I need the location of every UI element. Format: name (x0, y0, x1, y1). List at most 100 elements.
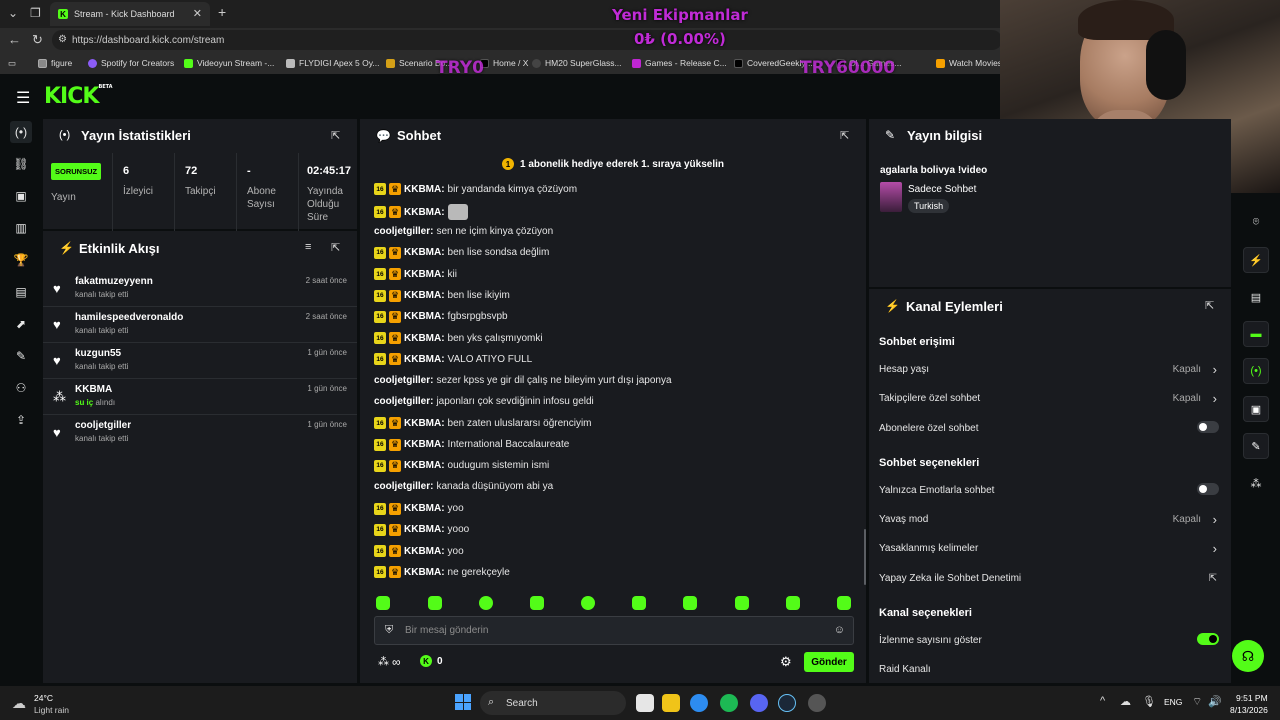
chat-username[interactable]: cooljetgiller: (374, 396, 433, 407)
task-view-icon[interactable] (636, 694, 654, 712)
language-indicator[interactable]: ENG (1164, 697, 1182, 707)
popout-icon[interactable]: ⇱ (331, 129, 340, 142)
chat-username[interactable]: KKBMA: (404, 247, 445, 258)
video-manager-icon[interactable]: ▣ (1243, 396, 1269, 422)
discord-icon[interactable] (750, 694, 768, 712)
popout-icon[interactable]: ⇱ (840, 129, 849, 142)
emote-icon[interactable] (376, 596, 390, 610)
tab-close-icon[interactable]: ✕ (193, 7, 202, 20)
chat-username[interactable]: KKBMA: (404, 333, 445, 344)
chat-message[interactable]: 16 ♛ KKBMA: fgbsrpgbsvpb (374, 310, 508, 323)
emote-icon[interactable] (683, 596, 697, 610)
clock-date[interactable]: 8/13/2026 (1230, 705, 1268, 715)
chat-message[interactable]: 16 ♛ KKBMA: International Baccalaureate (374, 438, 569, 451)
link-icon[interactable]: ⛓ (13, 156, 29, 172)
chat-message[interactable]: 16 ♛ KKBMA: VALO ATIYO FULL (374, 353, 532, 366)
chat-message[interactable]: cooljetgiller: sen ne içim kinya çözüyon (374, 226, 553, 237)
chat-settings-icon[interactable]: ⚙ (780, 654, 792, 670)
subs-only-toggle[interactable] (1197, 421, 1219, 433)
chat-username[interactable]: KKBMA: (404, 503, 445, 514)
emote-icon[interactable] (735, 596, 749, 610)
volume-icon[interactable]: 🔊 (1208, 695, 1222, 708)
steam-icon[interactable] (778, 694, 796, 712)
workspaces-icon[interactable]: ❐ (30, 6, 41, 20)
chat-message[interactable]: 16 ♛ KKBMA: ne gerekçeyle (374, 566, 510, 579)
tray-cloud-icon[interactable]: ☁ (1120, 695, 1131, 708)
chat-username[interactable]: KKBMA: (404, 311, 445, 322)
emote-icon[interactable] (786, 596, 800, 610)
points-icon[interactable]: ⁂ (1243, 470, 1269, 496)
kick-logo[interactable]: KICKBETA (44, 84, 113, 109)
slow-mode-row[interactable]: Yavaş mod Kapalı › (879, 512, 1221, 534)
list-item[interactable]: ⁂ KKBMA su iç alındı 1 gün önce (43, 380, 357, 415)
emote-icon[interactable] (837, 596, 851, 610)
window-icon[interactable]: ▣ (13, 188, 29, 204)
bookmark-item[interactable]: Games - Release C... (632, 58, 727, 68)
tab-list-icon[interactable]: ⌄ (8, 6, 18, 20)
emote-icon[interactable] (530, 596, 544, 610)
emoji-picker-icon[interactable]: ☺ (834, 624, 845, 636)
chat-username[interactable]: KKBMA: (404, 269, 445, 280)
broadcast-icon[interactable]: (•) (1243, 358, 1269, 384)
wrench-icon[interactable]: ✎ (1243, 433, 1269, 459)
chat-username[interactable]: KKBMA: (404, 524, 445, 535)
emote-icon[interactable] (632, 596, 646, 610)
upload-icon[interactable]: ⇪ (13, 412, 29, 428)
analytics-icon[interactable]: ▥ (13, 220, 29, 236)
taskbar-search[interactable]: ⌕ Search (480, 691, 626, 715)
ai-moderation-row[interactable]: Yapay Zeka ile Sohbet Denetimi ⇱ (879, 573, 1221, 593)
clock-time[interactable]: 9:51 PM (1236, 693, 1268, 703)
banned-words-row[interactable]: Yasaklanmış kelimeler › (879, 541, 1221, 563)
popout-icon[interactable]: ⇱ (1205, 299, 1214, 312)
chat-message[interactable]: cooljetgiller: japonları çok sevdiğinin i… (374, 396, 594, 407)
chat-username[interactable]: cooljetgiller: (374, 375, 433, 386)
chat-username[interactable]: KKBMA: (404, 439, 445, 450)
chat-username[interactable]: KKBMA: (404, 184, 445, 195)
chat-username[interactable]: cooljetgiller: (374, 481, 433, 492)
mod-shield-icon[interactable]: ⛨ (385, 624, 393, 637)
windows-start-icon[interactable] (455, 694, 471, 710)
send-button[interactable]: Gönder (804, 652, 854, 672)
chat-message[interactable]: 16 ♛ KKBMA: ben yks çalışmıyomki (374, 332, 543, 345)
weather-icon[interactable]: ☁ (12, 695, 26, 712)
edge-icon[interactable] (690, 694, 708, 712)
users-icon[interactable]: ⚇ (13, 380, 29, 396)
popout-icon[interactable]: ⇱ (331, 241, 340, 254)
wifi-icon[interactable]: ⌔ (1192, 695, 1202, 709)
chat-input[interactable]: ⛨ Bir mesaj gönderin ☺ (374, 616, 854, 645)
chat-username[interactable]: KKBMA: (404, 418, 445, 429)
chat-message[interactable]: 16 ♛ KKBMA: bir yandanda kimya çözüyom (374, 183, 577, 195)
reload-icon[interactable]: ↻ (32, 32, 43, 48)
browser-tab-kick[interactable]: K Stream - Kick Dashboard ✕ (50, 2, 210, 26)
chat-bubble-icon[interactable]: ▬ (1243, 321, 1269, 347)
bookmark-item[interactable]: figure (38, 58, 72, 68)
list-item[interactable]: ♥ hamilespeedveronaldo kanalı takip etti… (43, 308, 357, 343)
chat-username[interactable]: KKBMA: (404, 354, 445, 365)
microphone-icon[interactable]: 🎙 (1142, 695, 1156, 708)
chat-message[interactable]: 16 ♛ KKBMA: ben zaten uluslararsı öğrenciyi… (374, 417, 592, 430)
sidebar-toggle-icon[interactable]: ▭ (8, 58, 16, 69)
chat-message[interactable]: 16 ♛ KKBMA: yooo (374, 523, 469, 536)
back-icon[interactable]: ← (8, 32, 21, 47)
chat-scrollbar[interactable] (864, 529, 866, 585)
gift-sub-banner[interactable]: 1 1 abonelik hediye ederek 1. sıraya yük… (360, 153, 866, 175)
list-item[interactable]: ♥ fakatmuzeyyenn kanalı takip etti 2 saa… (43, 272, 357, 307)
chat-username[interactable]: KKBMA: (404, 567, 445, 578)
emote-icon[interactable] (581, 596, 595, 610)
help-support-icon[interactable]: ☊ (1232, 640, 1264, 672)
document-icon[interactable]: ▤ (1243, 284, 1269, 310)
chat-username[interactable]: cooljetgiller: (374, 226, 433, 237)
chat-message[interactable]: 16 ♛ KKBMA: yoo (374, 502, 464, 515)
list-item[interactable]: ♥ cooljetgiller kanalı takip etti 1 gün … (43, 416, 357, 451)
capture-icon[interactable]: ⌾ (1243, 209, 1269, 235)
tray-chevron-icon[interactable]: ^ (1100, 695, 1105, 707)
chat-username[interactable]: KKBMA: (404, 290, 445, 301)
chat-message[interactable]: 16 ♛ KKBMA: yoo (374, 545, 464, 558)
emote-icon[interactable] (428, 596, 442, 610)
show-viewers-toggle[interactable] (1197, 633, 1219, 645)
chat-message[interactable]: 16 ♛ KKBMA: kii (374, 268, 457, 281)
stream-icon[interactable]: (•) (10, 121, 32, 143)
chat-message[interactable]: 16 ♛ KKBMA: ben lise sondsa değlim (374, 246, 549, 259)
kicks-icon[interactable]: K (420, 655, 432, 667)
bookmark-item[interactable]: Videoyun Stream -... (184, 58, 274, 68)
